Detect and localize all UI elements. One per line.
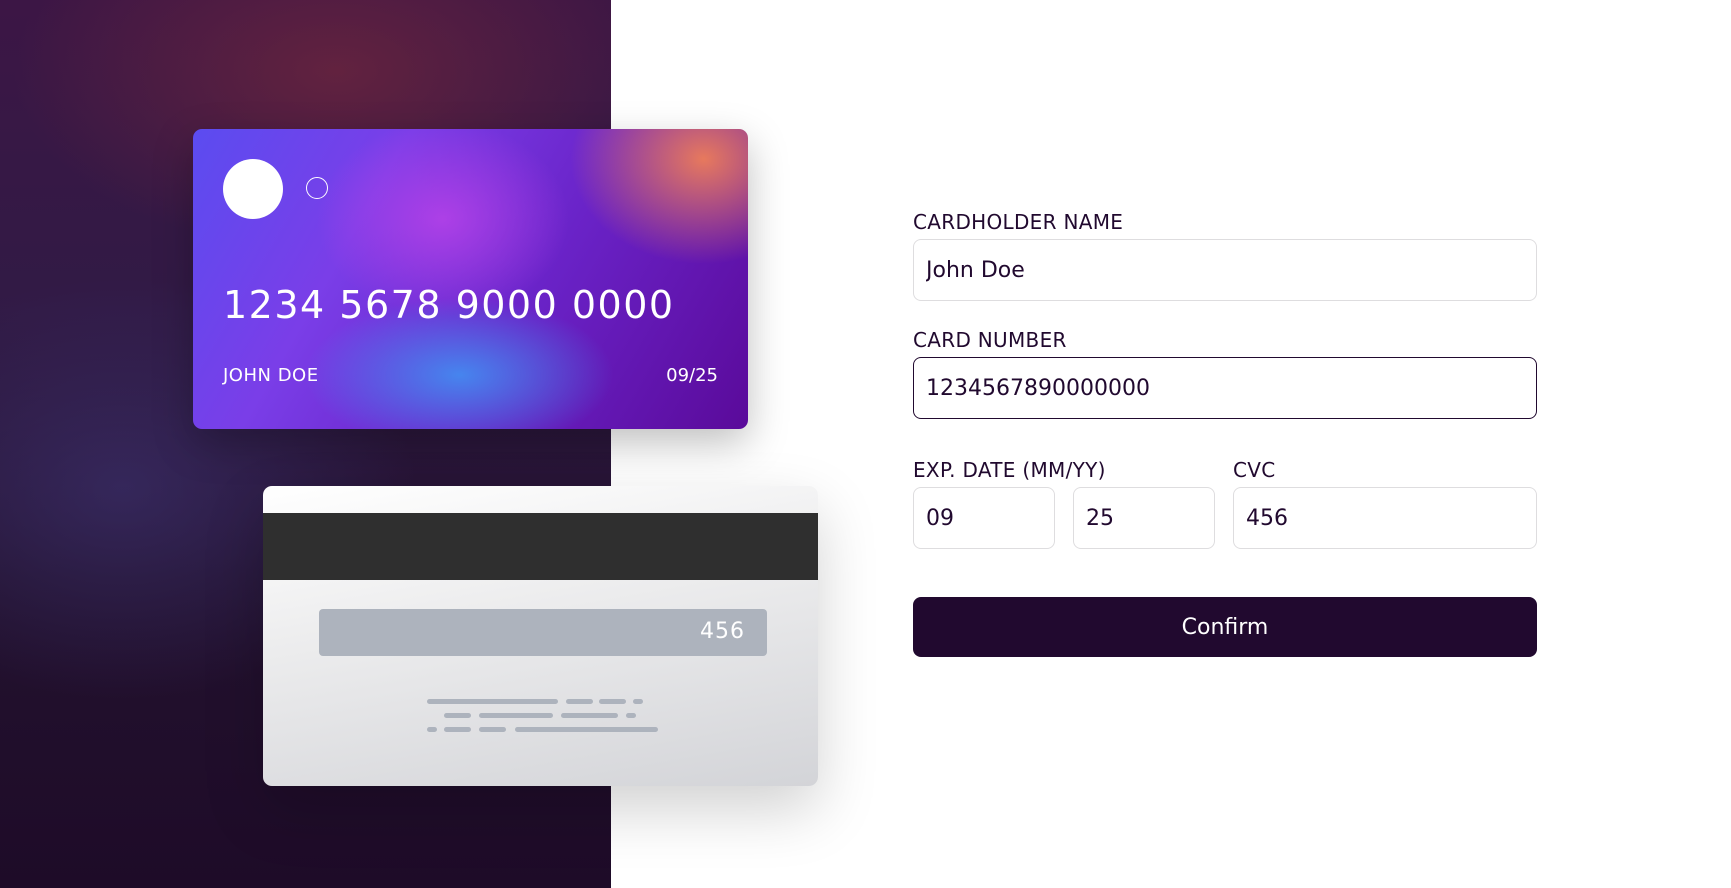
card-back: 456 — [263, 486, 818, 786]
fine-print-lines — [427, 699, 667, 739]
card-number-input[interactable] — [913, 357, 1537, 419]
card-cvc-display: 456 — [700, 619, 745, 644]
card-logo-circle-filled — [223, 159, 283, 219]
card-holder-display: JOHN DOE — [223, 365, 319, 386]
exp-month-input[interactable] — [913, 487, 1055, 549]
cardholder-label: CARDHOLDER NAME — [913, 210, 1124, 234]
exp-cvc-row: EXP. DATE (MM/YY) CVC — [913, 453, 1537, 549]
card-logo-circle-outline — [306, 177, 328, 199]
card-number-group: CARD NUMBER — [913, 323, 1537, 419]
exp-date-label: EXP. DATE (MM/YY) — [913, 458, 1106, 482]
exp-date-inputs — [913, 487, 1215, 549]
cvc-label: CVC — [1233, 458, 1276, 482]
card-expiry-display: 09/25 — [666, 365, 718, 386]
cvc-group: CVC — [1233, 453, 1537, 549]
confirm-button[interactable]: Confirm — [913, 597, 1537, 657]
cvc-input[interactable] — [1233, 487, 1537, 549]
card-number-label: CARD NUMBER — [913, 328, 1067, 352]
signature-strip: 456 — [319, 609, 767, 656]
exp-year-input[interactable] — [1073, 487, 1215, 549]
exp-date-group: EXP. DATE (MM/YY) — [913, 453, 1215, 549]
cardholder-name-input[interactable] — [913, 239, 1537, 301]
card-details-form: CARDHOLDER NAME CARD NUMBER EXP. DATE (M… — [913, 205, 1537, 657]
cardholder-group: CARDHOLDER NAME — [913, 205, 1537, 301]
page: 456 1234 5678 9000 0000 JOHN DOE 09/25 C… — [0, 0, 1731, 888]
card-front: 1234 5678 9000 0000 JOHN DOE 09/25 — [193, 129, 748, 429]
card-number-display: 1234 5678 9000 0000 — [223, 283, 675, 327]
magnetic-stripe — [263, 513, 818, 580]
